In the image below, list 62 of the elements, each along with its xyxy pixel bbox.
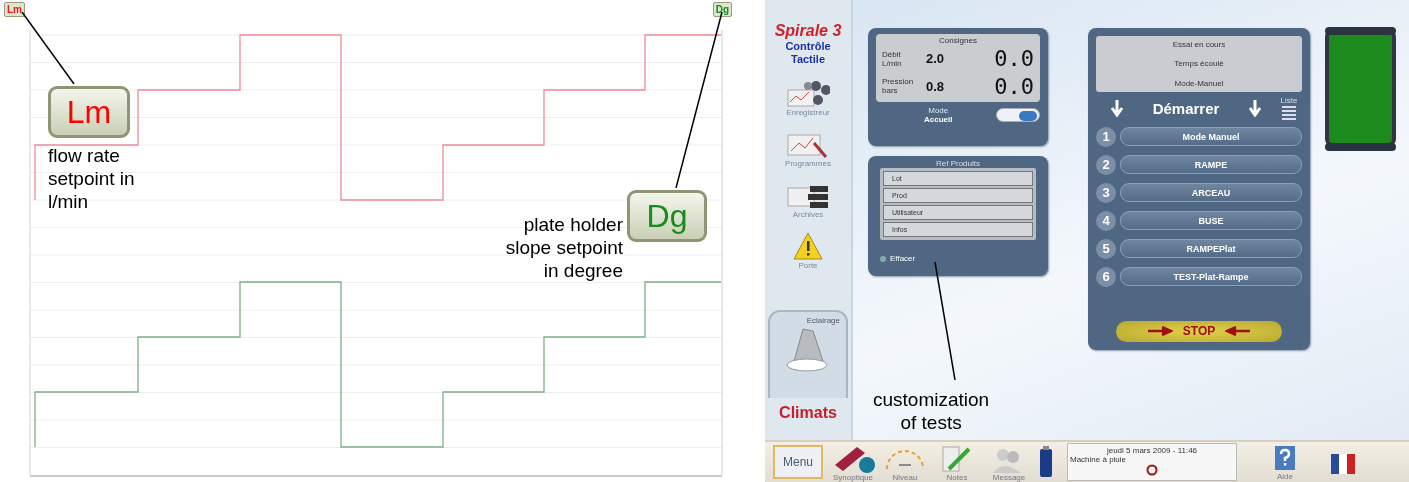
program-button[interactable]: RAMPEPlat (1120, 239, 1302, 259)
tag-badge: Dg (627, 190, 707, 242)
start-button[interactable]: Démarrer (1138, 99, 1234, 117)
help-button[interactable]: Aide (1273, 443, 1297, 481)
reading-value: 0.0 (994, 46, 1034, 72)
number-badge: 4 (1096, 210, 1116, 231)
stop-button[interactable]: STOP (1116, 320, 1282, 342)
nav-item[interactable]: Porte (786, 229, 830, 270)
lcd-label: Débit L/min (882, 49, 903, 68)
setpoint-value: 2.0 (926, 51, 946, 67)
lcd-label: Pression bars (882, 77, 915, 96)
lcd-title: Consignes (938, 36, 978, 45)
mode-value: Accueil (924, 115, 953, 124)
toolbar-button[interactable]: Synoptique (831, 442, 875, 482)
status-text: Temps écoulé (1174, 59, 1224, 69)
menu-button[interactable]: Menu (773, 445, 823, 479)
toggle-switch[interactable] (996, 108, 1040, 122)
left-arrow-icon (1225, 326, 1252, 337)
leader-line (21, 12, 75, 84)
date-text: jeudi 5 mars 2009 - 11:46 (1106, 446, 1198, 455)
clear-button[interactable]: Effacer (880, 254, 1036, 263)
toolbar-button[interactable]: Niveau (883, 442, 927, 482)
lamp-button[interactable]: Eclairage (768, 310, 848, 398)
subtitle: Contrôle Tactile (784, 40, 832, 66)
tag-label: Dg (712, 2, 732, 17)
status-text: Mode-Manuel (1174, 78, 1224, 88)
tag-label: Lm (4, 2, 25, 17)
nav-item[interactable]: Programmes (785, 127, 831, 168)
right-arrow-icon (1146, 326, 1173, 337)
program-button[interactable]: Mode Manuel (1120, 127, 1302, 147)
nav-item[interactable]: Archives (786, 178, 830, 219)
machine-name: Machine à pluie (1070, 455, 1127, 464)
number-badge: 2 (1096, 154, 1116, 175)
setpoint-value: 0.8 (926, 78, 946, 94)
nav-item[interactable]: Enregistreur (786, 76, 830, 117)
status-text: Essai en cours (1172, 40, 1226, 49)
number-badge: 1 (1096, 126, 1116, 147)
toolbar-button[interactable]: Notes (935, 442, 979, 482)
battery-icon (1039, 446, 1053, 478)
program-button[interactable]: TEST-Plat-Rampe (1120, 267, 1302, 287)
help-icon (1273, 443, 1297, 472)
list-icon (1281, 104, 1297, 121)
program-button[interactable]: BUSE (1120, 211, 1302, 231)
program-button[interactable]: RAMPE (1120, 155, 1302, 175)
caption: customization of tests (873, 388, 990, 434)
down-arrow-icon (1110, 99, 1124, 118)
ring-icon (1146, 464, 1158, 476)
number-badge: 6 (1096, 266, 1116, 287)
caption: flow rate setpoint in l/min (48, 144, 135, 213)
list-button[interactable]: Liste (1276, 95, 1302, 121)
toolbar-button[interactable]: Message (987, 442, 1031, 482)
panel-title: Ref Produits (935, 159, 981, 168)
logo-text: Spirale 3 (774, 22, 842, 40)
down-arrow-icon (1248, 99, 1262, 118)
number-badge: 5 (1096, 238, 1116, 259)
tag-badge: Lm (48, 86, 130, 138)
mode-label: Mode (928, 106, 949, 115)
logo-text: Climats (779, 404, 837, 422)
caption: plate holder slope setpoint in degree (505, 213, 623, 282)
program-button[interactable]: ARCEAU (1120, 183, 1302, 203)
number-badge: 3 (1096, 182, 1116, 203)
reading-value: 0.0 (994, 73, 1034, 99)
